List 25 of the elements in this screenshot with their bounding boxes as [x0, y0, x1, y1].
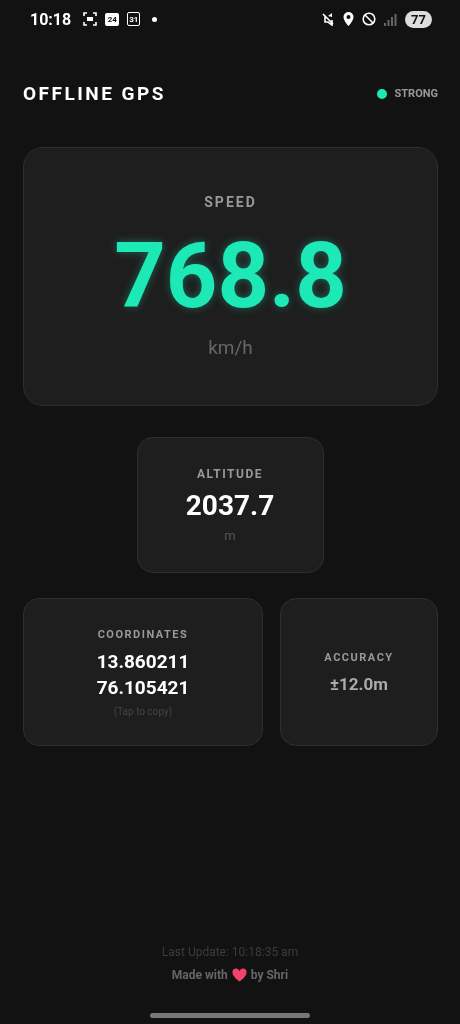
- author-text: by Shri: [250, 968, 289, 982]
- app-title: OFFLINE GPS: [23, 82, 166, 105]
- accuracy-label: ACCURACY: [324, 650, 394, 664]
- location-icon: [343, 12, 355, 26]
- altitude-value: 2037.7: [185, 489, 275, 522]
- speed-value: 768.8: [114, 232, 347, 322]
- calendar-icon: 24: [105, 12, 120, 26]
- altitude-label: ALTITUDE: [197, 467, 263, 481]
- screenshot-icon: [83, 12, 98, 26]
- do-not-disturb-icon: [362, 12, 377, 26]
- calendar-date-icon: 31: [127, 12, 141, 26]
- signal-icon: [384, 12, 398, 26]
- accuracy-value: ±12.0m: [329, 673, 389, 694]
- battery-level: 77: [405, 10, 432, 28]
- coordinates-label: COORDINATES: [97, 627, 189, 641]
- status-time: 10:18: [30, 9, 72, 29]
- coordinate-value: 76.105421: [96, 674, 190, 701]
- made-with-text: Made with: [171, 968, 228, 982]
- speed-unit: km/h: [208, 336, 253, 359]
- notification-dot-icon: [152, 16, 158, 22]
- speed-label: SPEED: [204, 194, 257, 210]
- coordinate-value: 13.860211: [96, 648, 190, 675]
- signal-status: STRONG: [394, 87, 438, 100]
- home-indicator[interactable]: [150, 1013, 310, 1018]
- heart-icon: [231, 968, 247, 982]
